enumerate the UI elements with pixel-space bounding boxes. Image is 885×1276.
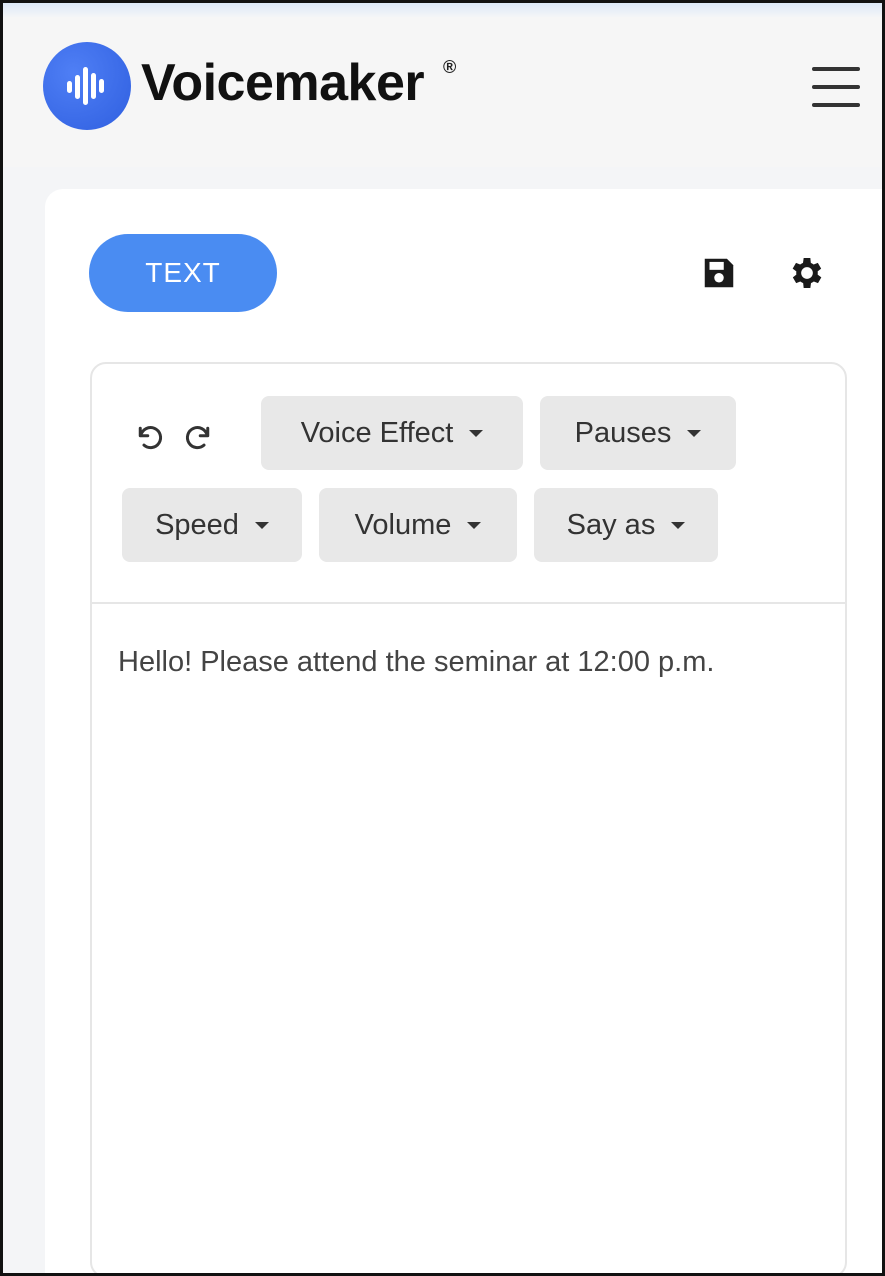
caret-down-icon xyxy=(467,521,482,529)
pauses-label: Pauses xyxy=(574,416,672,449)
caret-down-icon xyxy=(469,429,484,437)
floppy-disk-icon[interactable] xyxy=(697,251,741,295)
speed-label: Speed xyxy=(155,508,239,541)
editor-card: TEXT Voice Effect Pauses Speed Volume Sa… xyxy=(45,189,882,1273)
hamburger-line xyxy=(812,67,860,71)
caret-down-icon xyxy=(687,429,702,437)
editor-text-area[interactable]: Hello! Please attend the seminar at 12:0… xyxy=(118,642,838,682)
speed-dropdown[interactable]: Speed xyxy=(122,488,302,562)
editor-toolbar: Voice Effect Pauses Speed Volume Say as xyxy=(92,364,845,604)
voice-effect-dropdown[interactable]: Voice Effect xyxy=(261,396,523,470)
say-as-dropdown[interactable]: Say as xyxy=(534,488,718,562)
header: Voicemaker ® xyxy=(3,17,882,167)
voice-effect-label: Voice Effect xyxy=(300,416,454,449)
pauses-dropdown[interactable]: Pauses xyxy=(540,396,736,470)
top-accent-bar xyxy=(3,3,882,17)
undo-icon[interactable] xyxy=(132,420,166,454)
caret-down-icon xyxy=(254,521,269,529)
caret-down-icon xyxy=(671,521,686,529)
brand-name[interactable]: Voicemaker xyxy=(141,53,425,113)
hamburger-line xyxy=(812,103,860,107)
registered-mark: ® xyxy=(443,57,457,77)
volume-dropdown[interactable]: Volume xyxy=(319,488,517,562)
volume-label: Volume xyxy=(354,508,452,541)
hamburger-line xyxy=(812,85,860,89)
say-as-label: Say as xyxy=(566,508,656,541)
hamburger-menu-icon[interactable] xyxy=(812,67,860,107)
app-frame: Voicemaker ® TEXT Voice Effect Pauses Sp… xyxy=(0,0,885,1276)
redo-icon[interactable] xyxy=(182,420,216,454)
text-editor: Voice Effect Pauses Speed Volume Say as xyxy=(90,362,847,1273)
gear-icon[interactable] xyxy=(785,251,829,295)
sound-wave-logo-icon[interactable] xyxy=(43,42,131,130)
tab-text[interactable]: TEXT xyxy=(89,234,277,312)
